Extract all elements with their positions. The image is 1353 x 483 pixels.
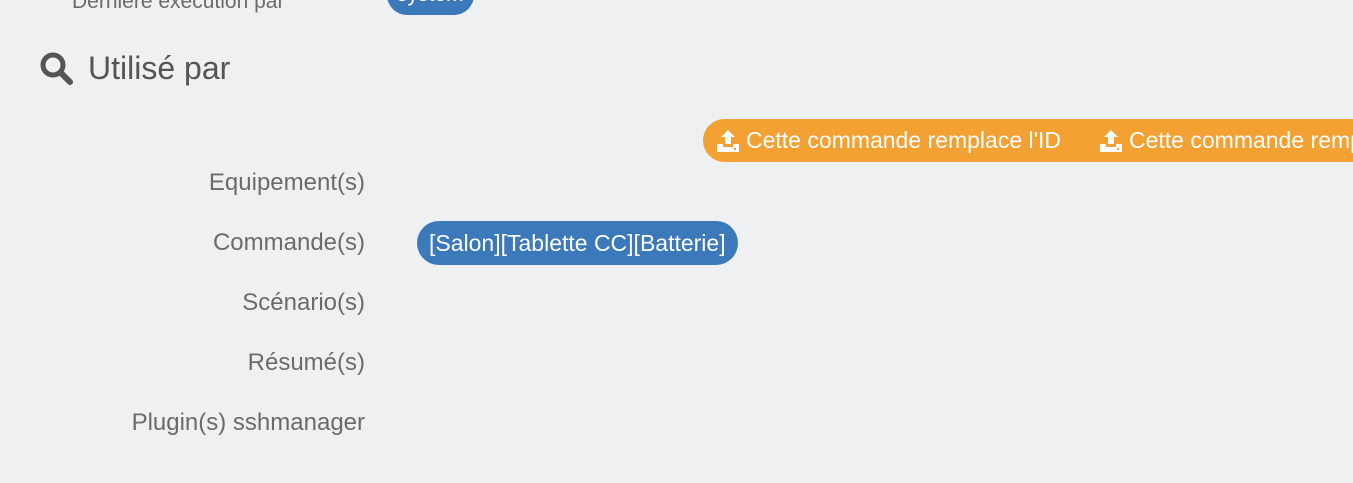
row-label-equipements: Equipement(s) [208,169,365,196]
row-resumes: Résumé(s) [0,341,1353,385]
row-equipements: Equipement(s) [0,161,1353,205]
replace-badge: Cette commande remplace l'ID [703,119,1108,162]
section-title: Utilisé par [88,49,231,86]
row-plugin-sshmanager: Plugin(s) sshmanager [0,401,1353,445]
row-scenarios: Scénario(s) [0,281,1353,325]
section-heading: Utilisé par [38,46,230,90]
row-label-commandes: Commande(s) [212,229,365,256]
row-commandes: Commande(s) [Salon][Tablette CC][Batteri… [0,221,1353,265]
replace-badge: Cette commande remplace l'ID [1098,119,1353,162]
last-execution-row: Dernière exécution par system [0,0,1353,18]
row-label-resumes: Résumé(s) [247,349,365,376]
used-by-panel: Dernière exécution par system Utilisé pa… [0,0,1353,483]
row-label-plugin: Plugin(s) sshmanager [131,409,365,436]
search-icon [38,50,74,86]
upload-icon [717,129,739,152]
replace-badge-text: Cette commande remplace l'ID [1129,127,1353,153]
last-execution-label: Dernière exécution par [72,0,285,13]
last-execution-badge: system [387,0,474,15]
command-link-badge[interactable]: [Salon][Tablette CC][Batterie] [417,221,738,265]
upload-icon [1100,129,1122,152]
replace-badges: Cette commande remplace l'ID Cette comma… [703,119,1353,163]
replace-badge-text: Cette commande remplace l'ID [746,127,1062,153]
row-label-scenarios: Scénario(s) [242,289,365,316]
